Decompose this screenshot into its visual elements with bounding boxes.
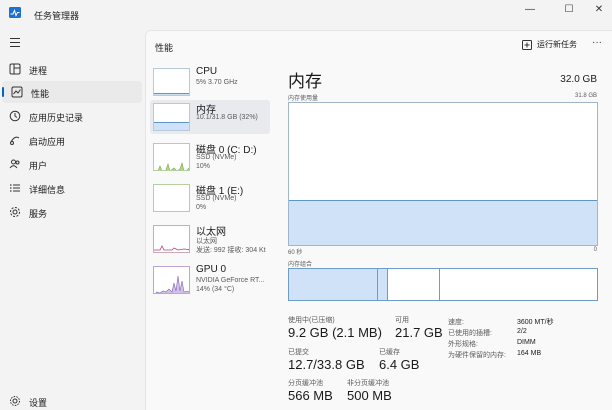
- spec-reserved-value: 164 MB: [517, 350, 542, 357]
- cpu-thumbnail-graph: [153, 68, 190, 96]
- sidebar-item-label: 详细信息: [29, 185, 66, 195]
- sidebar-item-services[interactable]: 服务: [0, 201, 140, 223]
- committed-value: 12.7/33.8 GB: [288, 357, 365, 372]
- more-options-button[interactable]: ···: [592, 37, 602, 48]
- memory-usage-graph: [288, 102, 598, 246]
- gpu-activity-spikes: [155, 275, 189, 293]
- spec-slots-key: 已使用的插槽:: [448, 330, 492, 337]
- performance-panel: 性能 运行新任务 ··· CPU 5% 3.70 GHz 内存 10.1/31.…: [145, 30, 612, 410]
- sidebar: 进程 性能 应用历史记录 启动应用 用户 详细信息 服务 设置: [0, 30, 145, 410]
- spec-form-factor-value: DIMM: [517, 339, 536, 346]
- device-disk-0[interactable]: 磁盘 0 (C: D:) SSD (NVMe) 10%: [150, 140, 270, 174]
- close-button[interactable]: ✕: [583, 2, 612, 16]
- run-new-task-button[interactable]: 运行新任务: [522, 39, 577, 50]
- ethernet-activity-line: [154, 245, 189, 251]
- services-icon: [10, 207, 20, 217]
- sidebar-item-processes[interactable]: 进程: [0, 58, 140, 80]
- memory-composition-label: 内存组合: [288, 262, 313, 268]
- memory-thumbnail-graph: [153, 103, 190, 131]
- maximize-button[interactable]: ☐: [553, 2, 585, 16]
- device-cpu[interactable]: CPU 5% 3.70 GHz: [150, 65, 270, 99]
- disk0-thumbnail-graph: [153, 143, 190, 171]
- window-title: 任务管理器: [34, 11, 80, 21]
- disk1-thumbnail-graph: [153, 184, 190, 212]
- details-icon: [10, 184, 20, 192]
- gpu-thumbnail-graph: [153, 266, 190, 294]
- composition-in-use: [289, 269, 379, 300]
- sidebar-item-label: 应用历史记录: [29, 113, 84, 123]
- memory-usage-label: 内存使用量: [288, 96, 319, 102]
- sidebar-item-users[interactable]: 用户: [0, 153, 140, 175]
- memory-composition-bar: [288, 268, 598, 301]
- sidebar-item-settings[interactable]: 设置: [0, 390, 140, 410]
- run-task-icon: [522, 39, 532, 50]
- graph-axis-end: 0: [593, 247, 597, 253]
- memory-usage-fill: [289, 199, 597, 245]
- spec-form-factor-key: 外形规格:: [448, 341, 478, 348]
- available-label: 可用: [395, 317, 409, 324]
- in-use-value: 9.2 GB (2.1 MB): [288, 325, 382, 340]
- device-detail: 5% 3.70 GHz: [196, 79, 238, 86]
- device-usage: 0%: [196, 204, 207, 211]
- gear-icon: [10, 396, 20, 406]
- paged-pool-value: 566 MB: [288, 388, 333, 403]
- composition-free: [439, 269, 597, 300]
- sidebar-item-label: 启动应用: [29, 137, 66, 147]
- sidebar-item-label: 性能: [31, 89, 50, 99]
- device-detail: SSD (NVMe): [196, 154, 237, 161]
- graph-axis-start: 60 秒: [288, 250, 303, 256]
- ethernet-thumbnail-graph: [153, 225, 190, 253]
- disk0-activity-spikes: [158, 161, 189, 170]
- composition-modified: [378, 269, 388, 300]
- sidebar-item-startup[interactable]: 启动应用: [0, 129, 140, 151]
- task-manager-icon: [9, 7, 21, 18]
- nonpaged-pool-value: 500 MB: [347, 388, 392, 403]
- device-throughput: 发送: 992 接收: 304 Kt: [196, 247, 266, 254]
- spec-reserved-key: 为硬件保留的内存:: [448, 352, 506, 359]
- in-use-label: 使用中(已压缩): [288, 317, 335, 324]
- composition-standby: [387, 269, 440, 300]
- spec-speed-key: 速度:: [448, 319, 464, 326]
- device-usage: 10%: [196, 163, 211, 170]
- sidebar-item-label: 服务: [29, 209, 48, 219]
- sidebar-item-performance[interactable]: 性能: [2, 81, 142, 103]
- committed-label: 已提交: [288, 349, 309, 356]
- device-gpu[interactable]: GPU 0 NVIDIA GeForce RT... 14% (34 °C): [150, 263, 270, 297]
- available-value: 21.7 GB: [395, 325, 443, 340]
- nonpaged-pool-label: 非分页缓冲池: [347, 380, 389, 387]
- spec-speed-value: 3600 MT/秒: [517, 319, 554, 326]
- app-history-icon: [9, 110, 21, 122]
- sidebar-item-label: 进程: [29, 66, 48, 76]
- device-detail: SSD (NVMe): [196, 195, 237, 202]
- cached-label: 已缓存: [379, 349, 400, 356]
- device-name: CPU: [196, 66, 218, 77]
- device-usage: 14% (34 °C): [196, 286, 235, 293]
- cached-value: 6.4 GB: [379, 357, 420, 372]
- title-bar: 任务管理器 — ☐ ✕: [0, 0, 612, 30]
- performance-icon: [11, 86, 23, 98]
- page-title: 性能: [155, 43, 174, 53]
- device-memory[interactable]: 内存 10.1/31.8 GB (32%): [150, 100, 270, 134]
- run-new-task-label: 运行新任务: [537, 40, 577, 49]
- sidebar-item-app-history[interactable]: 应用历史记录: [0, 105, 140, 127]
- device-name: GPU 0: [196, 264, 227, 275]
- users-icon: [9, 159, 20, 169]
- sidebar-item-details[interactable]: 详细信息: [0, 177, 140, 199]
- paged-pool-label: 分页缓冲池: [288, 380, 323, 387]
- memory-usage-max: 31.8 GB: [574, 93, 597, 99]
- device-disk-1[interactable]: 磁盘 1 (E:) SSD (NVMe) 0%: [150, 181, 270, 215]
- device-detail: 10.1/31.8 GB (32%): [196, 114, 258, 121]
- spec-slots-value: 2/2: [517, 328, 527, 335]
- detail-total: 32.0 GB: [560, 74, 597, 85]
- sidebar-item-label: 用户: [29, 161, 48, 171]
- processes-icon: [9, 63, 21, 75]
- device-ethernet[interactable]: 以太网 以太网 发送: 992 接收: 304 Kt: [150, 222, 270, 256]
- device-detail: NVIDIA GeForce RT...: [196, 277, 265, 284]
- menu-icon[interactable]: [10, 38, 20, 47]
- minimize-button[interactable]: —: [514, 2, 546, 16]
- sidebar-item-label: 设置: [29, 398, 48, 408]
- startup-icon: [10, 136, 20, 145]
- detail-title: 内存: [288, 72, 322, 91]
